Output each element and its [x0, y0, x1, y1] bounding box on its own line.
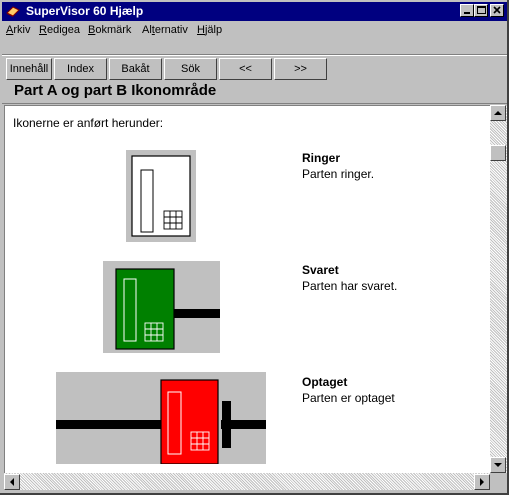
phone-busy-icon [56, 372, 266, 465]
entry-ringer-desc: Parten ringer. [302, 167, 375, 181]
entry-ringer-title: Ringer [302, 151, 341, 165]
maximize-icon [477, 6, 486, 14]
prev-topic-button[interactable]: << [219, 58, 272, 80]
menu-arkiv[interactable]: Arkiv [6, 24, 30, 36]
search-button[interactable]: Sök [164, 58, 217, 80]
vertical-scrollbar[interactable] [490, 105, 507, 473]
close-icon [493, 6, 501, 14]
horizontal-scrollbar[interactable] [4, 473, 490, 490]
page-title: Part A og part B Ikonområde [14, 82, 217, 99]
phone-ringing-icon [126, 150, 196, 242]
maximize-button[interactable] [474, 4, 488, 17]
scrollbar-corner [490, 473, 507, 490]
topic-content: Ikonerne er anført herunder: Ringer Part… [4, 105, 491, 474]
toolbar-separator [2, 54, 507, 56]
arrow-down-icon [494, 463, 502, 467]
window-title: SuperVisor 60 Hjælp [26, 4, 144, 18]
close-button[interactable] [490, 4, 504, 17]
menu-alternativ[interactable]: Alternativ [142, 24, 188, 36]
entry-svaret-title: Svaret [302, 263, 339, 277]
menu-hjalp[interactable]: Hjälp [197, 24, 222, 36]
minimize-button[interactable] [460, 4, 474, 17]
scroll-right-button[interactable] [474, 474, 490, 490]
menu-bokmark[interactable]: Bokmärk [88, 24, 131, 36]
menu-redigea[interactable]: Redigea [39, 24, 80, 36]
arrow-right-icon [480, 478, 484, 486]
arrow-left-icon [10, 478, 14, 486]
toolbar: Innehåll Index Bakåt Sök << >> [2, 58, 507, 82]
phone-answered-icon [103, 261, 220, 353]
intro-text: Ikonerne er anført herunder: [13, 116, 164, 130]
entry-optaget-title: Optaget [302, 375, 348, 389]
scroll-thumb[interactable] [490, 145, 506, 161]
scroll-down-button[interactable] [490, 457, 506, 473]
menu-bar: Arkiv Redigea Bokmärk Alternativ Hjälp [2, 21, 507, 41]
back-button[interactable]: Bakåt [109, 58, 162, 80]
scroll-left-button[interactable] [4, 474, 20, 490]
help-window: SuperVisor 60 Hjælp Arkiv Redigea Bokmär… [0, 0, 509, 495]
scroll-up-button[interactable] [490, 105, 506, 121]
topic-header: Part A og part B Ikonområde [2, 81, 507, 104]
arrow-up-icon [494, 111, 502, 115]
entry-svaret-desc: Parten har svaret. [302, 279, 398, 293]
help-book-icon [6, 6, 20, 17]
title-bar[interactable]: SuperVisor 60 Hjælp [2, 2, 507, 21]
index-button[interactable]: Index [54, 58, 107, 80]
minimize-icon [464, 12, 470, 14]
entry-optaget-desc: Parten er optaget [302, 391, 395, 405]
contents-button[interactable]: Innehåll [6, 58, 52, 80]
next-topic-button[interactable]: >> [274, 58, 327, 80]
